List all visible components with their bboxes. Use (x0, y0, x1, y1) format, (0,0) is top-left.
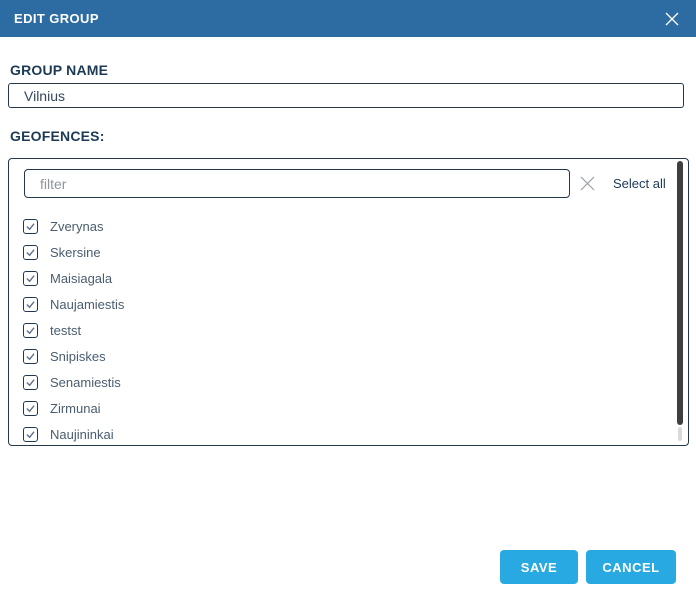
close-button[interactable] (662, 9, 682, 29)
check-icon (26, 274, 35, 282)
geofence-row[interactable]: Naujininkai (9, 421, 674, 445)
edit-group-modal: EDIT GROUP GROUP NAME GEOFENCES: Select … (0, 0, 696, 597)
geofence-label: Senamiestis (50, 374, 121, 390)
check-icon (26, 300, 35, 308)
geofence-checkbox[interactable] (23, 322, 38, 338)
check-icon (26, 430, 35, 438)
geofence-checkbox[interactable] (23, 296, 38, 312)
check-icon (26, 248, 35, 256)
geofence-label: Naujamiestis (50, 296, 125, 312)
cancel-button[interactable]: CANCEL (586, 550, 676, 584)
geofence-row[interactable]: Zverynas (9, 213, 674, 239)
check-icon (26, 326, 35, 334)
select-all-link[interactable]: Select all (613, 176, 666, 191)
check-icon (26, 378, 35, 386)
geofences-label: GEOFENCES: (10, 128, 105, 144)
modal-header: EDIT GROUP (0, 0, 696, 37)
geofence-label: Maisiagala (50, 270, 113, 286)
geofence-label: Naujininkai (50, 426, 114, 442)
modal-title: EDIT GROUP (14, 11, 99, 26)
geofence-checkbox[interactable] (23, 426, 38, 442)
geofence-row[interactable]: Zirmunai (9, 395, 674, 421)
geofence-label: Snipiskes (50, 348, 106, 364)
check-icon (26, 404, 35, 412)
scrollbar-track[interactable] (678, 427, 682, 441)
geofence-row[interactable]: Snipiskes (9, 343, 674, 369)
clear-x-icon (580, 176, 594, 190)
geofence-checkbox[interactable] (23, 348, 38, 364)
geofence-checkbox[interactable] (23, 218, 38, 234)
geofence-label: Zirmunai (50, 400, 101, 416)
geofence-row[interactable]: Maisiagala (9, 265, 674, 291)
geofence-checkbox[interactable] (23, 244, 38, 260)
action-buttons: SAVE CANCEL (500, 550, 676, 584)
geofence-checkbox[interactable] (23, 400, 38, 416)
geofence-checkbox[interactable] (23, 374, 38, 390)
geofence-row[interactable]: testst (9, 317, 674, 343)
group-name-label: GROUP NAME (10, 62, 109, 78)
geofence-row[interactable]: Naujamiestis (9, 291, 674, 317)
geofence-checkbox[interactable] (23, 270, 38, 286)
check-icon (26, 352, 35, 360)
geofence-label: Skersine (50, 244, 101, 260)
geofence-list: Zverynas Skersine Maisiagala Naujamiesti… (9, 213, 674, 445)
save-button[interactable]: SAVE (500, 550, 578, 584)
close-icon (665, 12, 679, 25)
scrollbar-thumb[interactable] (677, 161, 683, 425)
geofence-label: Zverynas (50, 218, 104, 234)
filter-clear-button[interactable] (575, 171, 599, 195)
geofence-filter-input[interactable] (24, 169, 570, 198)
check-icon (26, 222, 35, 230)
geofence-row[interactable]: Senamiestis (9, 369, 674, 395)
geofence-label: testst (50, 322, 82, 338)
geofence-row[interactable]: Skersine (9, 239, 674, 265)
group-name-input[interactable] (8, 83, 684, 108)
geofences-panel: Select all Zverynas Skersine Maisiagala (8, 158, 689, 446)
